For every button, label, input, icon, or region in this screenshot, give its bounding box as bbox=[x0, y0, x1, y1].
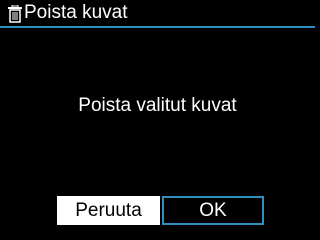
header-divider bbox=[0, 26, 315, 28]
ok-button[interactable]: OK bbox=[162, 196, 264, 225]
delete-images-screen: Poista kuvat Poista valitut kuvat Peruut… bbox=[0, 0, 315, 232]
header: Poista kuvat bbox=[0, 0, 315, 28]
trash-icon bbox=[7, 5, 23, 23]
page-title: Poista kuvat bbox=[24, 2, 128, 23]
confirm-message: Poista valitut kuvat bbox=[78, 95, 237, 116]
cancel-button[interactable]: Peruuta bbox=[57, 196, 160, 225]
